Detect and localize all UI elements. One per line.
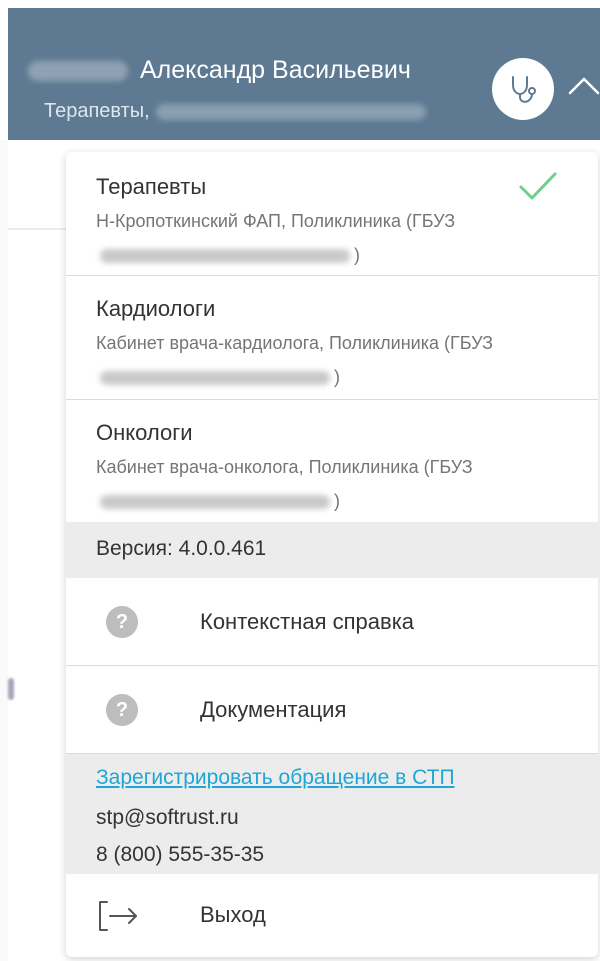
role-title: Кардиологи bbox=[96, 296, 216, 321]
stethoscope-icon bbox=[512, 76, 536, 103]
documentation-label: Документация bbox=[200, 697, 347, 722]
version-band: Версия: 4.0.0.461 bbox=[66, 522, 598, 578]
role-title: Онкологи bbox=[96, 420, 193, 445]
user-header: Александр Васильевич Терапевты, bbox=[0, 0, 600, 140]
profile-button[interactable] bbox=[492, 58, 554, 120]
role-description: Н-Кропоткинский ФАП, Поликлиника (ГБУЗ) bbox=[96, 211, 456, 265]
background-divider bbox=[8, 228, 70, 230]
blurred-org-name bbox=[100, 371, 330, 386]
register-support-request-link[interactable]: Зарегистрировать обращение в СТП bbox=[96, 766, 455, 790]
role-item-oncologists[interactable]: Онкологи Кабинет врача-онколога, Поликли… bbox=[66, 400, 598, 522]
context-help-label: Контекстная справка bbox=[200, 609, 415, 634]
role-item-therapists[interactable]: Терапевты Н-Кропоткинский ФАП, Поликлини… bbox=[66, 152, 598, 276]
support-email: stp@softrust.ru bbox=[96, 806, 239, 829]
help-icon: ? bbox=[106, 694, 138, 726]
role-description: Кабинет врача-кардиолога, Поликлиника (Г… bbox=[96, 333, 494, 387]
user-role-line: Терапевты, bbox=[44, 100, 426, 123]
help-icon: ? bbox=[106, 606, 138, 638]
support-phone: 8 (800) 555-35-35 bbox=[96, 843, 265, 866]
user-header-bar: Александр Васильевич Терапевты, bbox=[8, 8, 600, 140]
version-label: Версия: 4.0.0.461 bbox=[96, 537, 267, 560]
logout-icon bbox=[99, 901, 137, 931]
blurred-organization bbox=[155, 103, 426, 120]
blurred-org-name bbox=[100, 495, 330, 510]
support-band: Зарегистрировать обращение в СТП stp@sof… bbox=[66, 754, 598, 874]
user-dropdown-menu: Терапевты Н-Кропоткинский ФАП, Поликлини… bbox=[66, 152, 598, 957]
documentation-item[interactable]: ? Документация bbox=[66, 666, 598, 754]
checkmark-icon bbox=[519, 172, 557, 200]
role-item-cardiologists[interactable]: Кардиологи Кабинет врача-кардиолога, Пол… bbox=[66, 276, 598, 400]
chevron-up-icon[interactable] bbox=[566, 74, 600, 96]
role-description: Кабинет врача-онколога, Поликлиника (ГБУ… bbox=[96, 457, 473, 511]
logout-label: Выход bbox=[200, 902, 266, 927]
role-title: Терапевты bbox=[96, 174, 207, 199]
blurred-surname bbox=[28, 61, 128, 82]
context-help-item[interactable]: ? Контекстная справка bbox=[66, 578, 598, 666]
page-background bbox=[0, 0, 8, 961]
background-blurred-element bbox=[8, 678, 14, 700]
user-name: Александр Васильевич bbox=[28, 56, 411, 85]
blurred-org-name bbox=[100, 249, 350, 264]
logout-item[interactable]: Выход bbox=[66, 874, 598, 957]
